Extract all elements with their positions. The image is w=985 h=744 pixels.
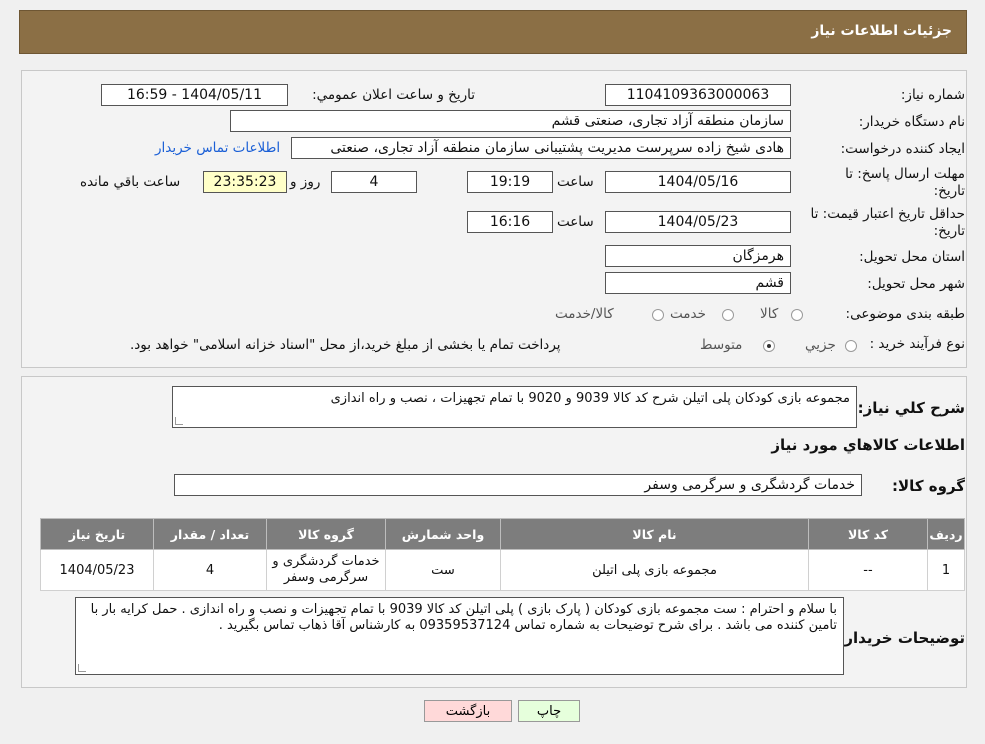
deadline-time-label: ساعت [557, 174, 594, 190]
back-button[interactable]: بازگشت [424, 700, 512, 722]
province-field: هرمزگان [605, 245, 791, 267]
goods-table-header: ردیف کد کالا نام کالا واحد شمارش گروه کا… [40, 518, 965, 550]
process-minor-radio[interactable] [845, 340, 857, 352]
goods-info-title: اطلاعات کالاهاي مورد نیاز [771, 436, 965, 454]
goods-table: ردیف کد کالا نام کالا واحد شمارش گروه کا… [40, 518, 965, 591]
buyer-notes-field: با سلام و احترام : ست مجموعه بازی کودکان… [75, 597, 844, 675]
resize-handle-icon[interactable] [78, 664, 86, 672]
category-service-label: خدمت [670, 306, 706, 322]
category-goods-service-label: کالا/خدمت [555, 306, 614, 322]
creator-field: هادی شیخ زاده سرپرست مدیریت پشتیبانی ساز… [291, 137, 791, 159]
category-goods-service-radio[interactable] [652, 309, 664, 321]
category-service-radio[interactable] [722, 309, 734, 321]
process-medium-radio[interactable] [763, 340, 775, 352]
col-unit: واحد شمارش [385, 518, 501, 550]
col-group: گروه کالا [266, 518, 386, 550]
col-row: ردیف [927, 518, 965, 550]
cell-unit: ست [385, 549, 501, 591]
cell-code: -- [808, 549, 928, 591]
page-title: جزئیات اطلاعات نیاز [811, 23, 952, 39]
need-number-field: 1104109363000063 [605, 84, 791, 106]
buyer-org-field: سازمان منطقه آزاد تجاری، صنعتی قشم [230, 110, 791, 132]
col-code: کد کالا [808, 518, 928, 550]
description-label: شرح کلي نیاز: [857, 399, 965, 417]
col-date: تاریخ نیاز [40, 518, 154, 550]
goods-group-label: گروه کالا: [892, 477, 965, 495]
category-goods-label: کالا [760, 306, 779, 322]
col-qty: تعداد / مقدار [153, 518, 267, 550]
days-field: 4 [331, 171, 417, 193]
validity-time-label: ساعت [557, 214, 594, 230]
process-medium-label: متوسط [700, 337, 743, 353]
table-row: 1 -- مجموعه بازی پلی اتیلن ست خدمات گردش… [40, 549, 965, 591]
buyer-org-label: نام دستگاه خریدار: [858, 114, 965, 130]
deadline-time-field: 19:19 [467, 171, 553, 193]
buyer-contact-link[interactable]: اطلاعات تماس خریدار [155, 140, 280, 156]
announce-field: 1404/05/11 - 16:59 [101, 84, 288, 106]
cell-row: 1 [927, 549, 965, 591]
cell-qty: 4 [153, 549, 267, 591]
description-text: مجموعه بازی کودکان پلی اتیلن شرح کد کالا… [330, 391, 850, 406]
creator-label: ایجاد کننده درخواست: [840, 141, 965, 157]
description-field: مجموعه بازی کودکان پلی اتیلن شرح کد کالا… [172, 386, 857, 428]
deadline-date-field: 1404/05/16 [605, 171, 791, 193]
announce-label: تاریخ و ساعت اعلان عمومي: [312, 87, 475, 103]
remaining-time-field: 23:35:23 [203, 171, 287, 193]
resize-handle-icon[interactable] [175, 417, 183, 425]
city-label: شهر محل تحویل: [867, 276, 965, 292]
category-label: طبقه بندی موضوعی: [845, 306, 965, 322]
cell-date: 1404/05/23 [40, 549, 154, 591]
days-label: روز و [290, 174, 321, 190]
cell-name: مجموعه بازی پلی اتیلن [500, 549, 809, 591]
buyer-notes-text: با سلام و احترام : ست مجموعه بازی کودکان… [90, 602, 837, 633]
city-field: قشم [605, 272, 791, 294]
process-label: نوع فرآیند خرید : [869, 336, 965, 352]
page-header: جزئیات اطلاعات نیاز [19, 10, 967, 54]
print-button[interactable]: چاپ [518, 700, 580, 722]
cell-group: خدمات گردشگری و سرگرمی وسفر [266, 549, 386, 591]
validity-label: حداقل تاریخ اعتبار قیمت: تا تاریخ: [810, 206, 965, 239]
need-number-label: شماره نیاز: [900, 87, 965, 103]
process-note: پرداخت تمام یا بخشی از مبلغ خرید،از محل … [130, 337, 561, 353]
validity-time-field: 16:16 [467, 211, 553, 233]
province-label: استان محل تحویل: [859, 249, 965, 265]
buyer-notes-label: توضیحات خریدار: [838, 629, 965, 647]
remaining-label: ساعت باقي مانده [80, 174, 181, 190]
goods-group-field: خدمات گردشگری و سرگرمی وسفر [174, 474, 862, 496]
process-minor-label: جزیي [805, 337, 836, 353]
category-goods-radio[interactable] [791, 309, 803, 321]
col-name: نام کالا [500, 518, 809, 550]
validity-date-field: 1404/05/23 [605, 211, 791, 233]
deadline-label: مهلت ارسال پاسخ: تا تاریخ: [845, 166, 965, 199]
